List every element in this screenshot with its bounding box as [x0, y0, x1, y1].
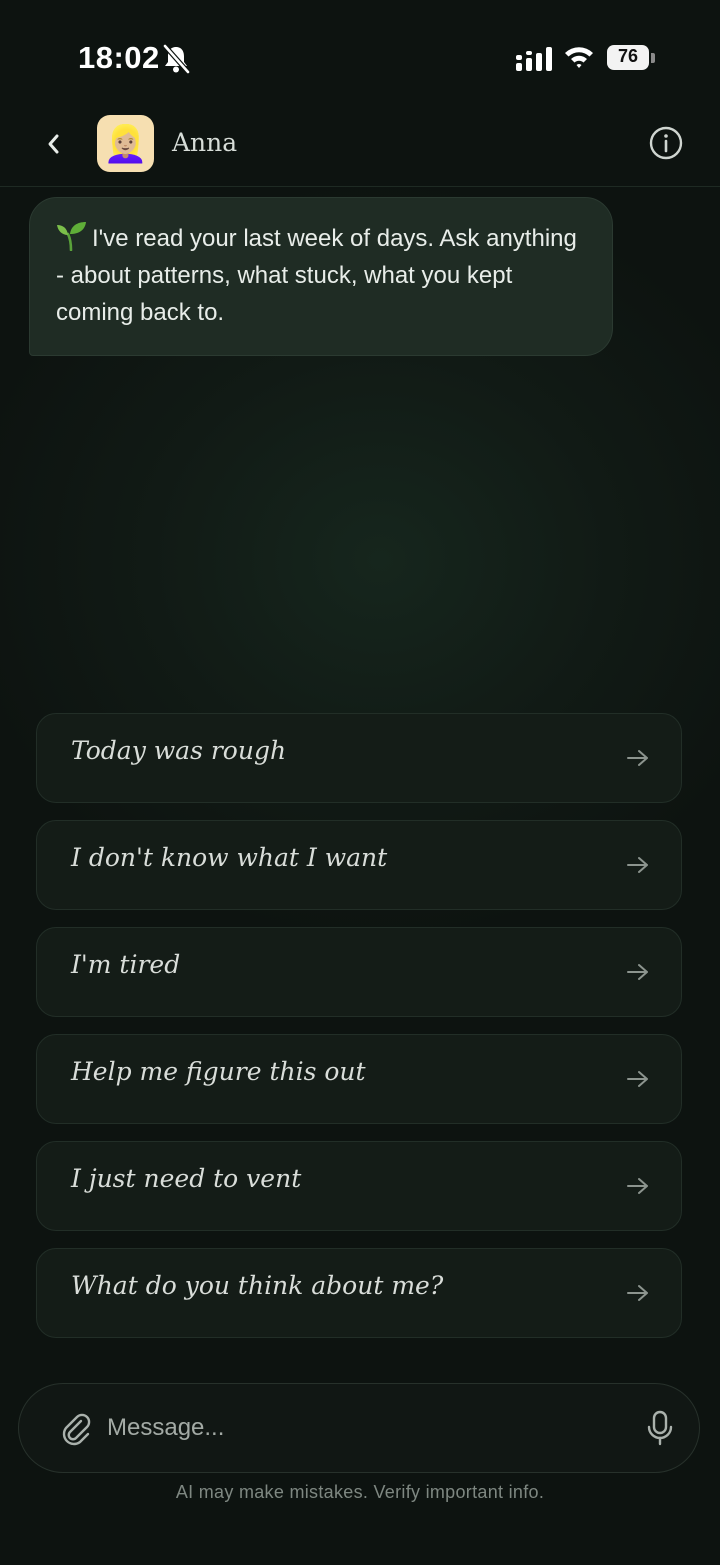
suggestion-label: I'm tired: [71, 950, 181, 979]
arrow-right-icon: [627, 1071, 648, 1087]
cellular-signal-icon: [516, 47, 552, 71]
arrow-right-icon: [627, 750, 648, 766]
ai-disclaimer: AI may make mistakes. Verify important i…: [175, 1482, 545, 1502]
back-chevron-icon[interactable]: [38, 128, 70, 160]
contact-name: Anna: [172, 128, 238, 157]
arrow-right-icon: [627, 1178, 648, 1194]
battery-indicator: 76: [607, 45, 649, 70]
suggestion-chip[interactable]: Help me figure this out: [36, 1034, 682, 1124]
battery-level: 76: [617, 46, 639, 66]
suggestion-label: I don't know what I want: [71, 843, 388, 872]
suggestion-chip[interactable]: Today was rough: [36, 713, 682, 803]
paperclip-icon[interactable]: [59, 1412, 93, 1446]
status-bar: 18:02 76: [0, 0, 720, 110]
arrow-right-icon: [627, 1285, 648, 1301]
microphone-icon[interactable]: [645, 1410, 675, 1448]
suggestion-chip[interactable]: I don't know what I want: [36, 820, 682, 910]
message-input[interactable]: [105, 1404, 609, 1452]
suggestion-chip[interactable]: I'm tired: [36, 927, 682, 1017]
chat-header: 👱🏼‍♀️ Anna: [0, 110, 720, 187]
suggestion-chip[interactable]: What do you think about me?: [36, 1248, 682, 1338]
info-icon[interactable]: [648, 125, 684, 161]
suggestion-label: I just need to vent: [71, 1164, 302, 1193]
seedling-icon: [57, 222, 86, 251]
wifi-icon: [565, 47, 593, 68]
status-time: 18:02: [78, 40, 160, 75]
arrow-right-icon: [627, 857, 648, 873]
suggestion-label: Help me figure this out: [71, 1057, 366, 1086]
assistant-message: I've read your last week of days. Ask an…: [29, 197, 613, 356]
message-composer: [18, 1383, 700, 1473]
avatar[interactable]: 👱🏼‍♀️: [97, 115, 154, 172]
suggestion-chip[interactable]: I just need to vent: [36, 1141, 682, 1231]
bell-muted-icon: [163, 44, 190, 74]
battery-tip: [651, 53, 655, 63]
assistant-message-text: I've read your last week of days. Ask an…: [56, 225, 577, 326]
suggestion-label: Today was rough: [71, 736, 287, 765]
arrow-right-icon: [627, 964, 648, 980]
suggestion-label: What do you think about me?: [71, 1271, 444, 1300]
